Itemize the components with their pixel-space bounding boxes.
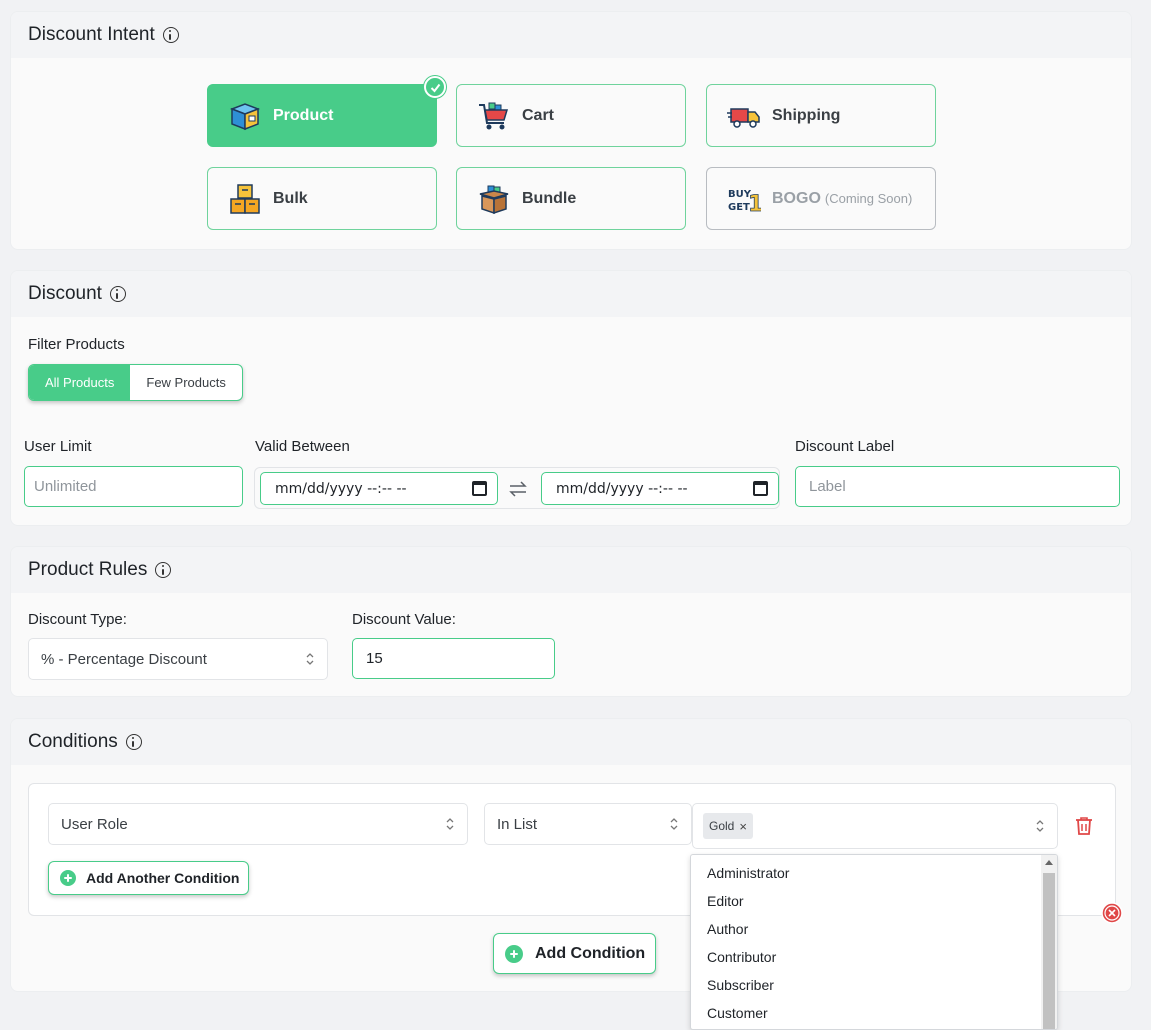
dropdown-option-author[interactable]: Author (691, 915, 1057, 943)
delivery-truck-icon (727, 107, 760, 128)
dropdown-option-contributor[interactable]: Contributor (691, 943, 1057, 971)
scroll-up-arrow-icon[interactable] (1045, 860, 1053, 865)
discount-type-label: Discount Type: (28, 611, 127, 628)
calendar-icon[interactable] (472, 481, 487, 496)
discount-type-select[interactable]: % - Percentage Discount (28, 638, 328, 680)
coming-soon-label: (Coming Soon) (824, 191, 913, 206)
open-box-icon (479, 185, 509, 214)
intent-bundle-label: Bundle (522, 189, 577, 207)
conditions-header: Conditions (11, 719, 1131, 765)
discount-header: Discount (11, 271, 1131, 317)
calendar-icon[interactable] (753, 481, 768, 496)
condition-field-select[interactable]: User Role (48, 803, 468, 845)
intent-bulk[interactable]: Bulk (207, 167, 437, 230)
intent-bogo: BUY GET 1 BOGO (Coming Soon) (706, 167, 936, 230)
valid-between-range: mm/dd/yyyy --:-- -- mm/dd/yyyy --:-- -- (254, 467, 780, 509)
plus-circle-icon (505, 944, 523, 963)
chevron-updown-icon (1036, 820, 1044, 832)
product-rules-title: Product Rules (28, 559, 148, 580)
discount-intent-header: Discount Intent (11, 12, 1131, 58)
chevron-updown-icon (446, 818, 454, 830)
user-limit-input[interactable]: Unlimited (24, 466, 243, 507)
intent-shipping[interactable]: Shipping (706, 84, 936, 147)
condition-operator-select[interactable]: In List (484, 803, 692, 845)
product-rules-card: Product Rules Discount Type: % - Percent… (10, 546, 1132, 697)
info-icon[interactable] (162, 27, 179, 43)
discount-intent-card: Discount Intent Product Cart Shipping Bu… (10, 11, 1132, 250)
selected-check-icon (424, 76, 446, 98)
few-products-option[interactable]: Few Products (130, 365, 241, 400)
remove-group-icon[interactable] (1101, 902, 1123, 924)
chevron-updown-icon (670, 818, 678, 830)
selected-tag-gold: Gold × (703, 813, 753, 839)
discount-value-label: Discount Value: (352, 611, 456, 628)
buy-get-one-icon: BUY GET 1 (728, 189, 761, 216)
start-datetime-input[interactable]: mm/dd/yyyy --:-- -- (260, 472, 498, 505)
info-icon[interactable] (155, 562, 172, 578)
dropdown-option-subscriber[interactable]: Subscriber (691, 971, 1057, 999)
dropdown-option-customer[interactable]: Customer (691, 999, 1057, 1027)
dropdown-scroll-thumb[interactable] (1043, 873, 1055, 1029)
filter-products-label: Filter Products (28, 336, 125, 353)
intent-bundle[interactable]: Bundle (456, 167, 686, 230)
plus-circle-icon (60, 870, 76, 886)
intent-cart[interactable]: Cart (456, 84, 686, 147)
user-role-dropdown: Administrator Editor Author Contributor … (690, 854, 1058, 1030)
chevron-updown-icon (306, 653, 314, 665)
filter-products-toggle: All Products Few Products (28, 364, 243, 401)
box-icon (229, 102, 261, 130)
discount-type-value: % - Percentage Discount (41, 650, 207, 668)
trash-icon[interactable] (1075, 816, 1093, 836)
discount-title: Discount (28, 283, 102, 304)
info-icon[interactable] (109, 286, 126, 302)
discount-intent-title: Discount Intent (28, 24, 155, 45)
dropdown-option-administrator[interactable]: Administrator (691, 859, 1057, 887)
dropdown-scrollbar[interactable] (1041, 855, 1057, 1029)
intent-shipping-label: Shipping (772, 106, 841, 124)
dropdown-option-editor[interactable]: Editor (691, 887, 1057, 915)
intent-product-label: Product (273, 106, 334, 124)
condition-field-value: User Role (61, 815, 128, 833)
discount-label-input[interactable]: Label (795, 466, 1120, 507)
shopping-cart-icon (479, 102, 509, 129)
tag-label: Gold (709, 819, 735, 833)
discount-card: Discount Filter Products All Products Fe… (10, 270, 1132, 526)
svg-text:1: 1 (748, 192, 761, 216)
stacked-boxes-icon (230, 183, 260, 214)
swap-arrows-icon (509, 481, 527, 497)
info-icon[interactable] (125, 734, 142, 750)
end-datetime-value: mm/dd/yyyy --:-- -- (556, 480, 688, 497)
intent-bogo-label: BOGO (772, 189, 821, 207)
discount-label-label: Discount Label (795, 438, 895, 455)
user-limit-label: User Limit (24, 438, 92, 455)
conditions-title: Conditions (28, 731, 118, 752)
intent-product[interactable]: Product (207, 76, 446, 147)
intent-cart-label: Cart (522, 106, 555, 124)
product-rules-header: Product Rules (11, 547, 1131, 593)
svg-text:GET: GET (728, 202, 750, 213)
end-datetime-input[interactable]: mm/dd/yyyy --:-- -- (541, 472, 779, 505)
discount-value-input[interactable]: 15 (352, 638, 555, 679)
add-another-condition-button[interactable]: Add Another Condition (48, 861, 250, 895)
condition-operator-value: In List (497, 815, 538, 833)
valid-between-label: Valid Between (255, 438, 350, 455)
start-datetime-value: mm/dd/yyyy --:-- -- (275, 480, 407, 497)
add-condition-button[interactable]: Add Condition (493, 933, 657, 974)
all-products-option[interactable]: All Products (29, 365, 131, 400)
intent-bulk-label: Bulk (273, 189, 308, 207)
tag-remove-icon[interactable]: × (739, 819, 747, 834)
add-condition-label: Add Condition (535, 944, 646, 962)
add-another-condition-label: Add Another Condition (86, 870, 240, 886)
